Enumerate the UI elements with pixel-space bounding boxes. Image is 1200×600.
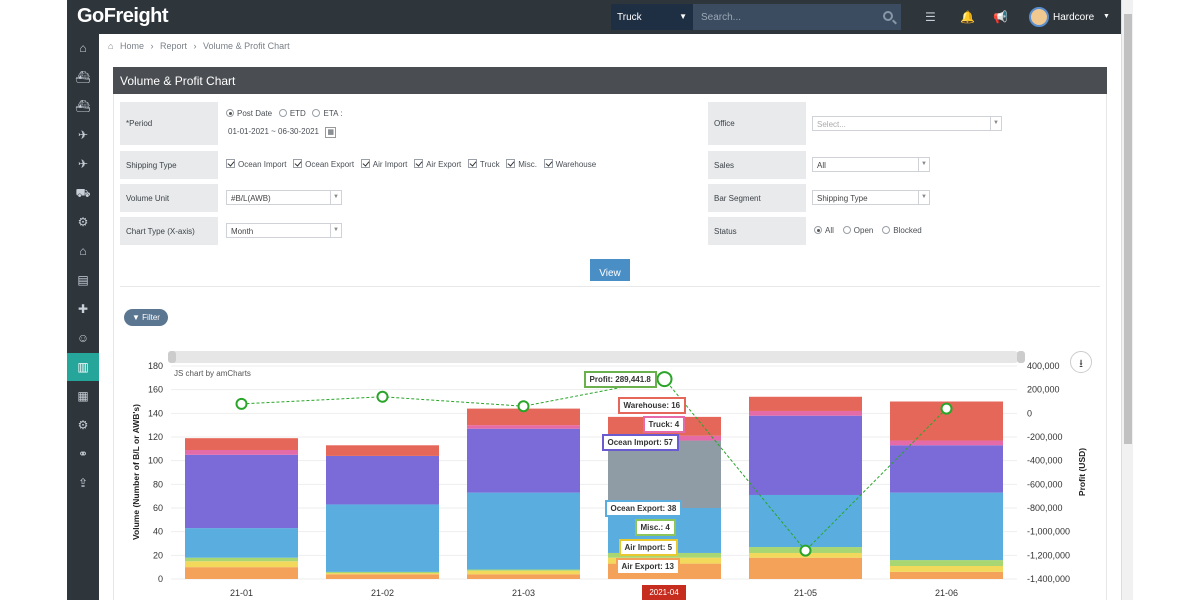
chart-tooltip: Ocean Import: 57 xyxy=(601,434,679,451)
bar-segment-truck xyxy=(890,440,1003,446)
y2-tick-label: 0 xyxy=(1027,408,1032,418)
profit-point xyxy=(940,402,953,415)
profit-point xyxy=(517,400,530,413)
chart-scrollbar-grip-left xyxy=(168,351,176,363)
bar-segment-warehouse xyxy=(326,445,439,456)
bar-segment-air-export xyxy=(890,571,1003,579)
y-tick-label: 80 xyxy=(153,479,163,489)
y-tick-label: 160 xyxy=(148,385,163,395)
bar-segment-ocean-import xyxy=(467,428,580,493)
y2-tick-label: -600,000 xyxy=(1027,479,1063,489)
bar-segment-air-import xyxy=(326,573,439,575)
chart-tooltip: Air Import: 5 xyxy=(618,539,679,556)
bar-segment-air-import xyxy=(890,565,1003,572)
bar-segment-air-export xyxy=(326,574,439,579)
y2-tick-label: -1,400,000 xyxy=(1027,574,1070,584)
y2-tick-label: -1,200,000 xyxy=(1027,550,1070,560)
y2-tick-label: 400,000 xyxy=(1027,361,1060,371)
y2-tick-label: -1,000,000 xyxy=(1027,527,1070,537)
profit-point xyxy=(235,397,248,410)
y-tick-label: 100 xyxy=(148,456,163,466)
bar-segment-air-import xyxy=(467,570,580,575)
bar-segment-air-export xyxy=(467,574,580,579)
x-tick-label: 21-05 xyxy=(794,588,817,598)
scrollbar-thumb[interactable] xyxy=(1124,14,1132,444)
bar-segment-ocean-import xyxy=(749,415,862,495)
profit-point xyxy=(799,544,812,557)
y-tick-label: 40 xyxy=(153,527,163,537)
page-scrollbar[interactable] xyxy=(1121,0,1133,600)
bar-segment-warehouse xyxy=(749,396,862,411)
chart-tooltip: Air Export: 13 xyxy=(615,558,680,575)
chart-credit: JS chart by amCharts xyxy=(174,369,251,378)
bar-segment-ocean-export xyxy=(185,528,298,558)
chart-tooltip: Ocean Export: 38 xyxy=(604,500,683,517)
y2-tick-label: -800,000 xyxy=(1027,503,1063,513)
bar-segment-misc- xyxy=(467,569,580,571)
chart-tooltip: Warehouse: 16 xyxy=(617,397,687,414)
selected-x-label: 2021-04 xyxy=(642,585,686,600)
bar-segment-misc- xyxy=(326,571,439,574)
x-tick-label: 21-03 xyxy=(512,588,535,598)
chart-scrollbar-grip-right xyxy=(1017,351,1025,363)
y-tick-label: 60 xyxy=(153,503,163,513)
y-tick-label: 140 xyxy=(148,408,163,418)
bar-segment-ocean-export xyxy=(467,492,580,570)
volume-profit-chart: 0 20 40 60 80 100 120 140 160 180 400,000 200,000 0 -… xyxy=(131,351,1087,598)
y2-tick-label: -200,000 xyxy=(1027,432,1063,442)
bar-segment-air-export xyxy=(185,567,298,579)
y-tick-label: 20 xyxy=(153,550,163,560)
bar-segment-ocean-import xyxy=(185,454,298,529)
profit-point xyxy=(656,371,673,388)
bar-segment-truck xyxy=(185,450,298,455)
chart-tooltip: Profit: 289,441.8 xyxy=(583,371,657,389)
bar-segment-truck xyxy=(749,410,862,416)
y2-tick-label: 200,000 xyxy=(1027,385,1060,395)
x-tick-label: 21-02 xyxy=(371,588,394,598)
x-tick-label: 21-01 xyxy=(230,588,253,598)
y-tick-label: 120 xyxy=(148,432,163,442)
bar-segment-ocean-import xyxy=(890,445,1003,493)
bar-segment-air-export xyxy=(749,557,862,579)
bar-segment-misc- xyxy=(185,557,298,562)
bar-segment-ocean-export xyxy=(326,504,439,572)
chart-scrollbar xyxy=(168,351,1020,363)
bar-segment-misc- xyxy=(890,560,1003,566)
download-icon[interactable]: ⭳ xyxy=(1070,351,1092,373)
profit-point xyxy=(376,390,389,403)
y-axis-label: Volume (Number of B/L or AWB's) xyxy=(131,404,141,540)
bar-segment-ocean-export xyxy=(890,492,1003,561)
y-tick-label: 180 xyxy=(148,361,163,371)
app-window: GoFreight Truck ▼ Search... ☰ 🔔 📢 Hardco… xyxy=(67,0,1133,600)
chart-tooltip: Misc.: 4 xyxy=(634,519,676,536)
x-tick-label: 21-06 xyxy=(935,588,958,598)
bar-segment-warehouse xyxy=(185,438,298,451)
chart-tooltip: Truck: 4 xyxy=(642,416,686,433)
y-tick-label: 0 xyxy=(158,574,163,584)
bar-segment-ocean-import xyxy=(326,455,439,505)
y2-axis-label: Profit (USD) xyxy=(1077,448,1087,496)
y2-tick-label: -400,000 xyxy=(1027,456,1063,466)
bar-segment-truck xyxy=(467,425,580,429)
bar-segment-air-import xyxy=(185,561,298,568)
